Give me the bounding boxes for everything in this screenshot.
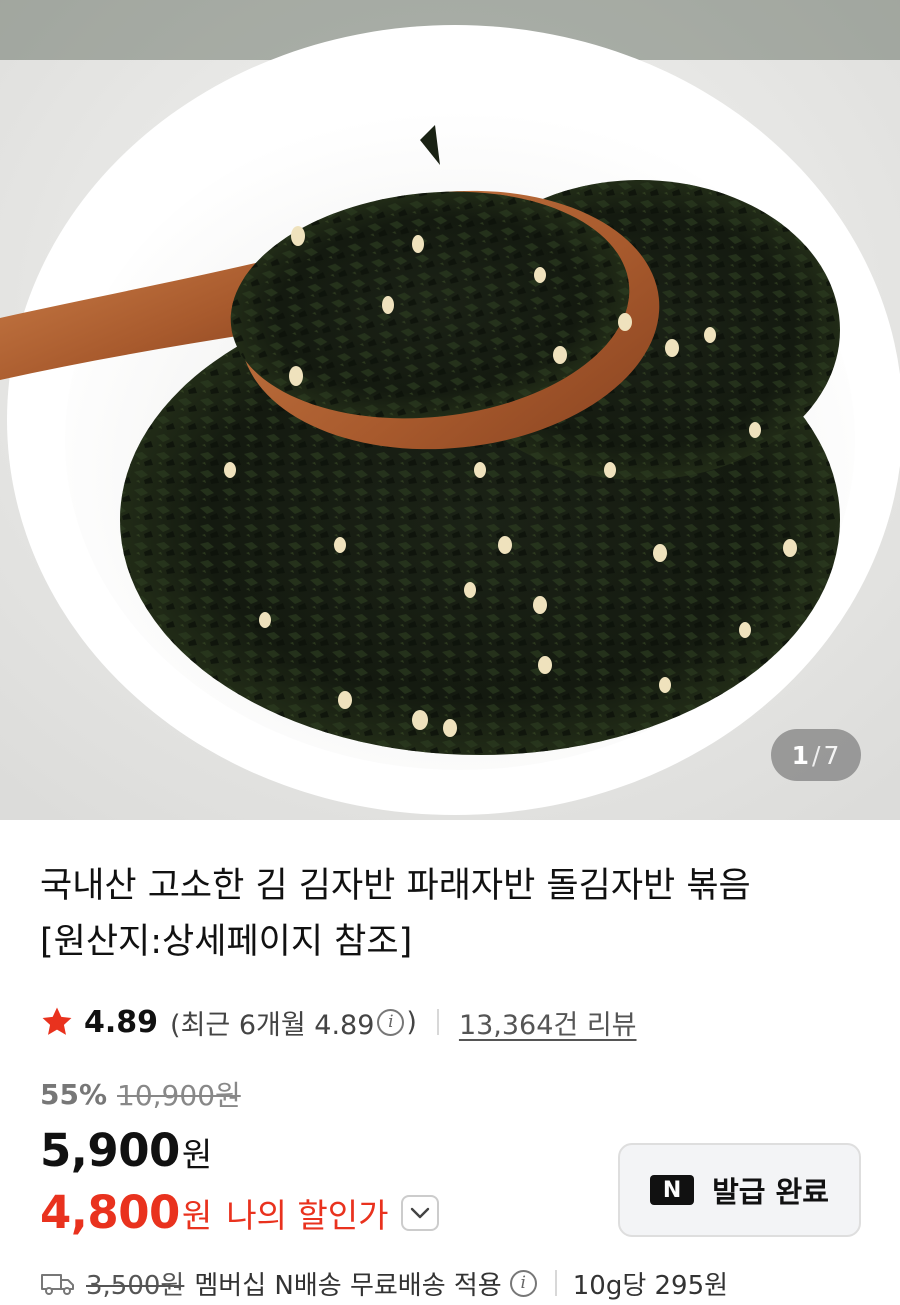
expand-price-button[interactable] (400, 1194, 439, 1231)
image-total-count: 7 (823, 740, 841, 770)
original-shipping-fee: 3,500원 (86, 1270, 185, 1301)
divider (436, 1009, 439, 1035)
unit-price: 10g당 295원 (572, 1270, 729, 1301)
recent-rating-close: ) (406, 1006, 417, 1038)
star-icon (42, 1007, 72, 1035)
product-image[interactable]: 1 / 7 (0, 0, 900, 820)
sale-price: 5,900 원 (40, 1124, 212, 1177)
my-price-label: 나의 할인가 (226, 1195, 389, 1235)
product-title-line1: 국내산 고소한 김 김자반 파래자반 돌김자반 볶음 (40, 866, 751, 906)
naver-n-badge: N (650, 1175, 695, 1205)
divider (554, 1270, 557, 1296)
shipping-row: 3,500원 멤버십 N배송 무료배송 적용 i 10g당 295원 (40, 1262, 728, 1304)
image-page-counter: 1 / 7 (771, 729, 861, 781)
my-discount-price[interactable]: 4,800 원 나의 할인가 (40, 1186, 439, 1239)
shipping-info-icon[interactable]: i (509, 1269, 537, 1297)
recent-rating-label: (최근 6개월 4.89 (170, 1009, 375, 1041)
info-icon[interactable]: i (377, 1008, 405, 1036)
product-photo (0, 0, 900, 820)
chevron-down-icon (410, 1207, 429, 1218)
product-title-line2: [원산지:상세페이지 참조] (40, 922, 413, 962)
review-count-link[interactable]: 13,364건 리뷰 (459, 1003, 637, 1042)
sale-price-number: 5,900 (40, 1124, 180, 1177)
product-title: 국내산 고소한 김 김자반 파래자반 돌김자반 볶음 [원산지:상세페이지 참조… (40, 858, 860, 970)
coupon-label: 발급 완료 (712, 1175, 829, 1209)
original-price: 10,900원 (117, 1079, 241, 1112)
discount-rate: 55% (40, 1077, 108, 1111)
image-current-index: 1 (791, 740, 811, 770)
coupon-issued-button[interactable]: N 발급 완료 (618, 1143, 861, 1237)
recent-rating: (최근 6개월 4.89 i ) (170, 1003, 417, 1042)
rating-row: 4.89 (최근 6개월 4.89 i ) 13,364건 리뷰 (40, 1000, 637, 1044)
image-counter-separator: / (812, 740, 822, 770)
discount-row: 55% 10,900원 (40, 1074, 241, 1114)
truck-icon (41, 1274, 74, 1295)
my-price-number: 4,800 (40, 1186, 180, 1239)
rating-score: 4.89 (84, 1004, 159, 1040)
shipping-text: 멤버십 N배송 무료배송 적용 (194, 1270, 502, 1301)
sale-price-unit: 원 (181, 1135, 213, 1174)
my-price-unit: 원 (181, 1195, 213, 1235)
